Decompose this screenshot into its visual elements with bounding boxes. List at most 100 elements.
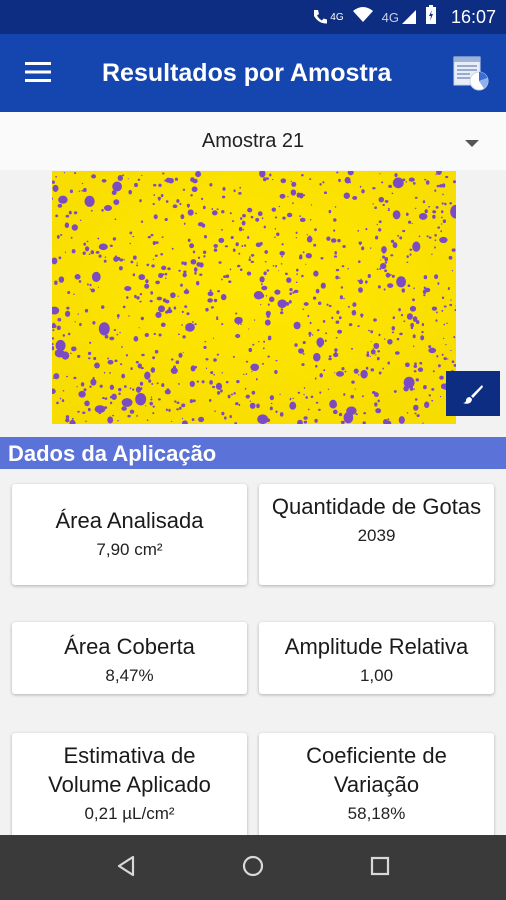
- droplet: [365, 366, 369, 370]
- droplet: [402, 178, 406, 182]
- droplet: [152, 241, 156, 245]
- droplet: [61, 399, 65, 403]
- droplet: [302, 353, 305, 355]
- droplet: [178, 382, 180, 385]
- droplet: [73, 211, 78, 215]
- droplet: [220, 389, 223, 393]
- droplet: [135, 360, 139, 364]
- droplet: [428, 345, 432, 349]
- droplet: [101, 208, 104, 212]
- card-coefficient-variation: Coeficiente de Variação 58,18%: [259, 733, 494, 835]
- droplet: [425, 180, 430, 185]
- droplet: [119, 363, 123, 366]
- droplet: [218, 237, 225, 243]
- droplet: [439, 236, 448, 244]
- droplet: [253, 290, 264, 300]
- droplet: [180, 214, 185, 220]
- droplet: [422, 289, 427, 295]
- droplet: [363, 412, 367, 415]
- report-chart-icon[interactable]: [452, 54, 490, 92]
- card-droplet-count: Quantidade de Gotas 2039: [259, 484, 494, 585]
- droplet: [434, 246, 436, 249]
- droplet: [101, 178, 107, 183]
- droplet: [141, 353, 145, 357]
- droplet: [314, 377, 317, 380]
- card-value: 58,18%: [347, 804, 406, 823]
- droplet: [178, 352, 183, 358]
- droplet: [421, 323, 425, 327]
- droplet: [313, 352, 321, 362]
- droplet: [337, 329, 343, 334]
- droplet: [235, 334, 241, 338]
- droplet: [408, 177, 415, 182]
- droplet: [279, 250, 285, 256]
- droplet: [194, 271, 197, 274]
- droplet: [144, 283, 150, 289]
- droplet: [76, 386, 78, 388]
- droplet: [242, 213, 246, 218]
- droplet: [295, 231, 298, 234]
- droplet: [138, 274, 146, 281]
- droplet: [149, 401, 153, 406]
- droplet: [335, 268, 340, 272]
- droplet: [237, 323, 239, 326]
- droplet: [181, 417, 184, 420]
- droplet: [117, 175, 124, 181]
- droplet: [383, 338, 386, 340]
- droplet: [301, 274, 304, 278]
- droplet: [373, 342, 380, 349]
- droplet: [79, 322, 82, 327]
- droplet: [303, 387, 306, 389]
- droplet: [328, 209, 332, 214]
- dropdown-arrow-icon[interactable]: [465, 140, 479, 147]
- home-icon[interactable]: [239, 852, 267, 880]
- droplet: [407, 284, 411, 288]
- droplet: [203, 234, 208, 239]
- droplet: [280, 178, 287, 184]
- droplet: [167, 267, 171, 271]
- back-icon[interactable]: [113, 852, 141, 880]
- droplet: [266, 269, 270, 272]
- droplet: [59, 397, 62, 400]
- droplet: [257, 211, 263, 217]
- droplet: [264, 319, 271, 326]
- droplet: [297, 391, 301, 394]
- droplet: [222, 186, 226, 191]
- droplet: [376, 268, 379, 271]
- droplet: [94, 405, 106, 413]
- droplet: [129, 231, 133, 235]
- droplet: [441, 202, 444, 205]
- droplet: [422, 422, 424, 424]
- droplet: [239, 268, 243, 272]
- droplet: [103, 371, 106, 374]
- droplet: [221, 195, 226, 199]
- edit-button[interactable]: [446, 371, 500, 416]
- droplet: [293, 321, 301, 330]
- droplet: [315, 358, 318, 360]
- droplet: [424, 401, 430, 409]
- droplet: [247, 207, 253, 213]
- sample-selector[interactable]: Amostra 21: [0, 112, 506, 170]
- droplet: [398, 308, 401, 312]
- droplet: [325, 332, 328, 335]
- recent-apps-icon[interactable]: [366, 852, 394, 880]
- droplet: [322, 319, 326, 323]
- droplet: [447, 358, 449, 360]
- droplet: [220, 228, 223, 231]
- droplet: [384, 257, 389, 262]
- droplet: [290, 180, 292, 183]
- droplet: [221, 372, 224, 374]
- droplet: [244, 387, 247, 390]
- droplet: [87, 351, 92, 356]
- droplet: [183, 261, 187, 266]
- droplet: [260, 283, 263, 286]
- droplet: [301, 363, 305, 367]
- droplet: [428, 394, 431, 397]
- droplet: [374, 206, 377, 209]
- droplet: [336, 310, 340, 315]
- droplet: [261, 217, 264, 220]
- droplet: [413, 404, 419, 411]
- menu-icon[interactable]: [24, 61, 52, 83]
- droplet: [225, 380, 229, 384]
- droplet: [224, 416, 227, 419]
